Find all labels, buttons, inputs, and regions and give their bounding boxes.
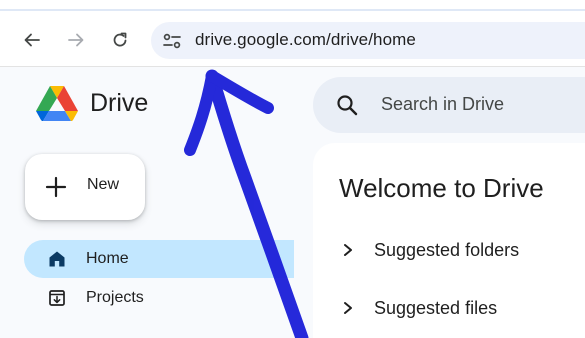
suggested-folders-toggle[interactable]: Suggested folders [341, 238, 585, 262]
tune-icon[interactable] [161, 30, 183, 52]
new-button-label: New [87, 176, 120, 193]
arrow-left-icon [24, 33, 40, 47]
section-label: Suggested folders [374, 240, 520, 260]
projects-icon [49, 290, 65, 306]
section-label: Suggested files [374, 298, 498, 318]
chevron-right-icon [344, 302, 352, 314]
arrow-right-icon [68, 33, 84, 47]
screenshot-root: drive.google.com/drive/home Drive Search… [0, 0, 585, 338]
search-box[interactable]: Search in Drive [313, 77, 585, 133]
reload-icon [113, 32, 127, 47]
sidebar-item-projects[interactable]: Projects [24, 279, 294, 317]
home-icon [49, 251, 65, 267]
browser-tab-strip-edge [0, 0, 585, 11]
search-input[interactable]: Search in Drive [381, 94, 504, 115]
sidebar-item-home[interactable]: Home [24, 240, 294, 278]
back-button[interactable] [19, 27, 45, 53]
url-text[interactable]: drive.google.com/drive/home [195, 30, 416, 50]
reload-button[interactable] [107, 27, 133, 53]
drive-app: Drive Search in Drive New Home Projects … [0, 67, 585, 338]
page-title: Welcome to Drive [339, 173, 544, 203]
search-icon[interactable] [335, 93, 359, 117]
new-button[interactable]: New [25, 154, 145, 220]
plus-icon [45, 176, 67, 198]
chevron-right-icon [344, 244, 352, 256]
brand-name[interactable]: Drive [90, 89, 148, 118]
forward-button[interactable] [63, 27, 89, 53]
suggested-files-toggle[interactable]: Suggested files [341, 296, 585, 320]
main-content: Welcome to Drive Suggested folders Sugge… [313, 143, 585, 338]
address-bar[interactable]: drive.google.com/drive/home [151, 22, 585, 59]
sidebar-item-label: Home [86, 250, 129, 267]
sidebar-item-label: Projects [86, 289, 144, 306]
browser-toolbar: drive.google.com/drive/home [0, 11, 585, 67]
drive-logo-icon[interactable] [36, 84, 78, 122]
